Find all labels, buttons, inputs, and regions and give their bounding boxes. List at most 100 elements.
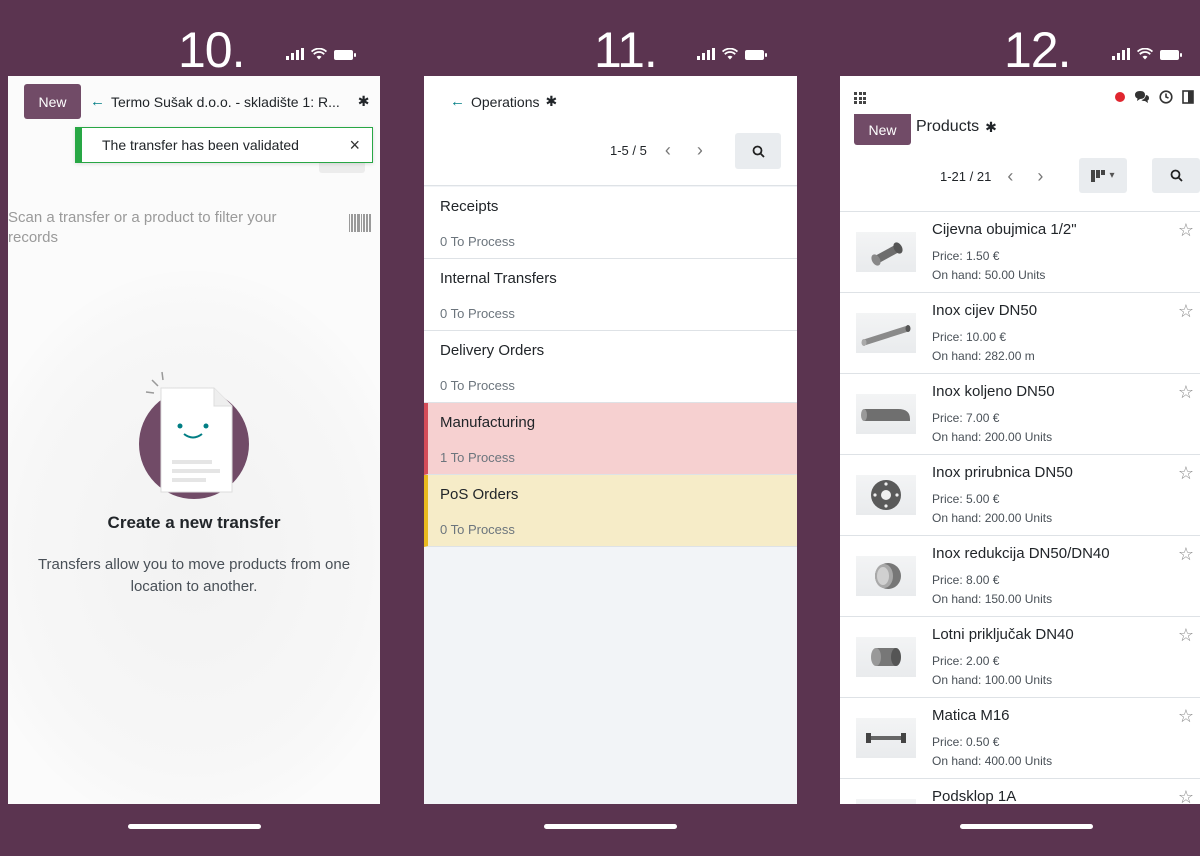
product-card[interactable]: Cijevna obujmica 1/2" Price: 1.50 € On h… (840, 212, 1200, 293)
chevron-left-icon[interactable]: ‹ (657, 140, 679, 161)
operation-name: Internal Transfers (440, 270, 557, 287)
control-panel: ← Operations ✱ 1-5 / 5 ‹ › (424, 76, 797, 186)
operation-name: PoS Orders (440, 486, 519, 503)
pager-value[interactable]: 1-5 / 5 (610, 143, 647, 158)
view-switcher-button[interactable]: ▾ (1079, 158, 1127, 193)
chevron-right-icon[interactable]: › (689, 140, 711, 161)
product-onhand: On hand: 200.00 Units (932, 511, 1053, 525)
product-name: Inox prirubnica DN50 (932, 464, 1073, 481)
home-indicator[interactable] (960, 824, 1093, 829)
control-panel: New Products ✱ 1-21 / 21 ‹ › ▾ (840, 76, 1200, 212)
product-onhand: On hand: 50.00 Units (932, 268, 1046, 282)
star-icon[interactable]: ☆ (1178, 787, 1194, 804)
product-name: Cijevna obujmica 1/2" (932, 221, 1077, 238)
operation-count[interactable]: 1 To Process (440, 450, 515, 465)
star-icon[interactable]: ☆ (1178, 625, 1194, 646)
operation-card-delivery[interactable]: Delivery Orders 0 To Process (424, 331, 797, 403)
star-icon[interactable]: ☆ (1178, 301, 1194, 322)
product-card[interactable]: Inox prirubnica DN50 Price: 5.00 € On ha… (840, 455, 1200, 536)
operation-count[interactable]: 0 To Process (440, 522, 515, 537)
connector-icon (856, 637, 916, 677)
operation-card-receipts[interactable]: Receipts 0 To Process (424, 187, 797, 259)
system-icons (286, 48, 356, 60)
product-name: Podsklop 1A (932, 788, 1017, 804)
star-icon[interactable]: ☆ (1178, 220, 1194, 241)
search-icon (1170, 169, 1183, 182)
search-icon (752, 145, 765, 158)
search-button[interactable] (735, 133, 781, 169)
product-name: Inox koljeno DN50 (932, 383, 1055, 400)
pipe-icon (856, 313, 916, 353)
home-indicator[interactable] (544, 824, 677, 829)
status-bar: 12. (840, 0, 1200, 78)
operation-count[interactable]: 0 To Process (440, 306, 515, 321)
star-icon[interactable]: ☆ (1178, 463, 1194, 484)
hidden-search-button[interactable] (319, 163, 365, 173)
close-icon[interactable]: × (349, 135, 360, 156)
product-card[interactable]: Inox koljeno DN50 Price: 7.00 € On hand:… (840, 374, 1200, 455)
product-onhand: On hand: 400.00 Units (932, 754, 1053, 768)
star-icon[interactable]: ☆ (1178, 382, 1194, 403)
new-button[interactable]: New (854, 114, 911, 145)
apps-menu-icon[interactable] (854, 92, 866, 104)
breadcrumb: ← Termo Sušak d.o.o. - skladište 1: R...… (90, 93, 370, 110)
caret-down-icon: ▾ (1109, 170, 1115, 181)
product-price: Price: 5.00 € (932, 492, 1000, 506)
recording-dot-icon[interactable] (1115, 92, 1125, 102)
product-card[interactable]: Podsklop 1A ☆ (840, 779, 1200, 804)
product-price: Price: 8.00 € (932, 573, 1000, 587)
product-card[interactable]: Matica M16 Price: 0.50 € On hand: 400.00… (840, 698, 1200, 779)
system-icons (1112, 48, 1182, 60)
sidebar-toggle-icon[interactable] (1182, 90, 1194, 104)
chevron-left-icon[interactable]: ‹ (999, 166, 1021, 187)
product-card[interactable]: Lotni priključak DN40 Price: 2.00 € On h… (840, 617, 1200, 698)
pager: 1-5 / 5 ‹ › (610, 140, 711, 161)
product-name: Inox redukcija DN50/DN40 (932, 545, 1110, 562)
breadcrumb-label[interactable]: Operations (471, 94, 539, 110)
phone-screen-10: 10. New ← Termo Sušak d.o.o. - skladište… (8, 0, 380, 856)
home-indicator[interactable] (128, 824, 261, 829)
reducer-icon (856, 556, 916, 596)
breadcrumb-label[interactable]: Termo Sušak d.o.o. - skladište 1: R... (111, 94, 340, 110)
back-arrow-icon[interactable]: ← (450, 93, 465, 110)
gear-icon[interactable]: ✱ (985, 119, 997, 136)
product-onhand: On hand: 282.00 m (932, 349, 1035, 363)
operation-count[interactable]: 0 To Process (440, 234, 515, 249)
product-name: Matica M16 (932, 707, 1010, 724)
clock-icon[interactable] (1159, 90, 1173, 104)
pager: 1-21 / 21 ‹ › (940, 166, 1051, 187)
operation-count[interactable]: 0 To Process (440, 378, 515, 393)
new-button[interactable]: New (24, 84, 81, 119)
gear-icon[interactable]: ✱ (545, 93, 557, 110)
breadcrumb: ← Operations ✱ (450, 93, 557, 110)
star-icon[interactable]: ☆ (1178, 544, 1194, 565)
elbow-icon (856, 394, 916, 434)
systray (1115, 90, 1194, 104)
product-onhand: On hand: 200.00 Units (932, 430, 1053, 444)
success-toast: The transfer has been validated × (75, 127, 373, 163)
phone-screen-12: 12. New Products ✱ 1-21 / 21 ‹ › ▾ Cijev… (840, 0, 1200, 856)
search-button[interactable] (1152, 158, 1200, 193)
product-onhand: On hand: 150.00 Units (932, 592, 1053, 606)
status-bar: 10. (8, 0, 380, 78)
empty-description: Transfers allow you to move products fro… (37, 556, 351, 595)
operation-card-pos[interactable]: PoS Orders 0 To Process (424, 475, 797, 547)
operation-card-manufacturing[interactable]: Manufacturing 1 To Process (424, 403, 797, 475)
product-name: Lotni priključak DN40 (932, 626, 1074, 643)
product-card[interactable]: Inox cijev DN50 Price: 10.00 € On hand: … (840, 293, 1200, 374)
back-arrow-icon[interactable]: ← (90, 93, 105, 110)
kanban-view-icon (1091, 169, 1106, 182)
transfers-screen: New ← Termo Sušak d.o.o. - skladište 1: … (8, 76, 380, 804)
pager-value[interactable]: 1-21 / 21 (940, 169, 991, 184)
chat-icon[interactable] (1134, 90, 1150, 104)
wifi-icon (1137, 48, 1153, 60)
operation-card-internal[interactable]: Internal Transfers 0 To Process (424, 259, 797, 331)
product-name: Inox cijev DN50 (932, 302, 1038, 319)
star-icon[interactable]: ☆ (1178, 706, 1194, 727)
product-card[interactable]: Inox redukcija DN50/DN40 Price: 8.00 € O… (840, 536, 1200, 617)
scan-placeholder[interactable]: Scan a transfer or a product to filter y… (8, 208, 308, 248)
chevron-right-icon[interactable]: › (1029, 166, 1051, 187)
battery-icon (745, 50, 767, 60)
barcode-icon[interactable] (349, 214, 371, 232)
gear-icon[interactable]: ✱ (358, 93, 370, 110)
